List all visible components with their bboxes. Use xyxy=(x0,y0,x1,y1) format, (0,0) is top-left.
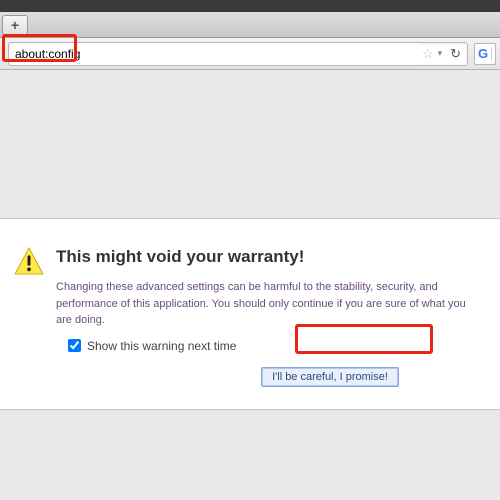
accept-risk-button[interactable]: I'll be careful, I promise! xyxy=(261,367,399,387)
url-input[interactable] xyxy=(15,43,418,65)
new-tab-button[interactable]: + xyxy=(2,15,28,35)
show-warning-checkbox[interactable] xyxy=(68,339,81,352)
tab-strip: + xyxy=(0,12,500,38)
google-g-icon: G xyxy=(478,46,488,61)
bookmark-star-icon[interactable]: ☆ xyxy=(422,46,434,62)
show-warning-checkbox-row[interactable]: Show this warning next time xyxy=(68,339,484,353)
warning-triangle-icon xyxy=(14,247,44,275)
warning-title: This might void your warranty! xyxy=(56,247,484,267)
url-bar[interactable]: ☆ ▾ ↻ xyxy=(8,42,468,66)
window-titlebar-strip xyxy=(0,0,500,12)
reload-icon[interactable]: ↻ xyxy=(450,46,461,62)
search-engine-button[interactable]: G xyxy=(474,43,496,65)
empty-region xyxy=(0,70,500,218)
content-area: This might void your warranty! Changing … xyxy=(0,70,500,410)
about-config-warning-panel: This might void your warranty! Changing … xyxy=(0,218,500,410)
divider xyxy=(491,48,492,60)
navigation-toolbar: ☆ ▾ ↻ G xyxy=(0,38,500,70)
show-warning-label: Show this warning next time xyxy=(87,339,236,353)
plus-icon: + xyxy=(11,18,19,32)
url-dropdown-icon[interactable]: ▾ xyxy=(438,48,443,59)
warning-message: Changing these advanced settings can be … xyxy=(56,279,484,329)
